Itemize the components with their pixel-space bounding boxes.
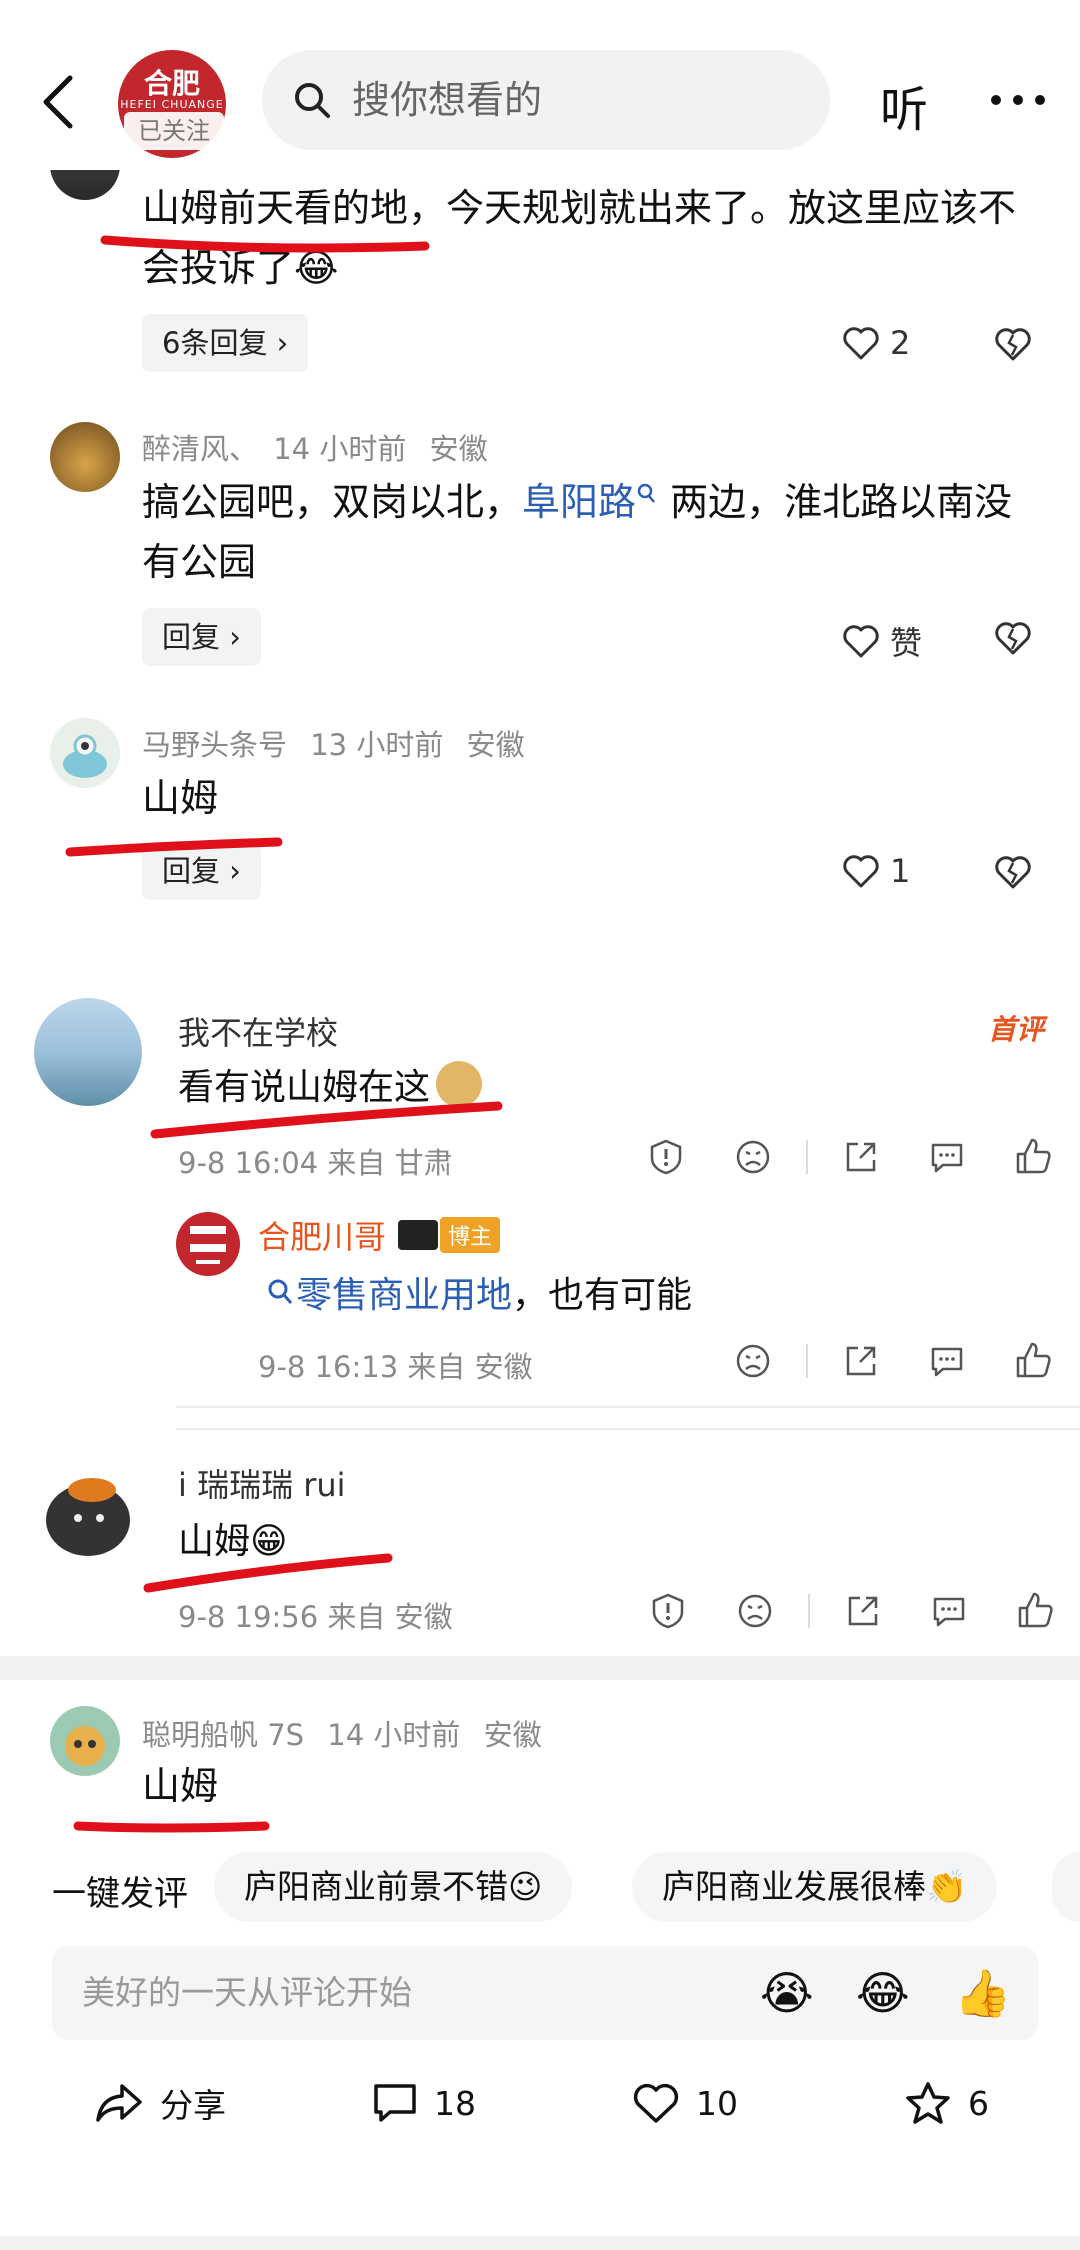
like-action[interactable]: 10 [632, 2068, 738, 2138]
followed-badge[interactable]: 已关注 [124, 112, 224, 150]
logo-text: 合肥 [143, 67, 200, 100]
comment-input-placeholder: 美好的一天从评论开始 [82, 1973, 412, 2012]
quick-reply-label: 一键发评 [52, 1874, 188, 1914]
listen-button[interactable]: 听 [880, 70, 928, 140]
logo-subtext: HEFEI CHUANGE [120, 98, 224, 111]
quick-reply-chip[interactable]: 庐阳商业前景不错😉 [214, 1852, 573, 1922]
red-underline-marks [65, 235, 503, 1833]
laugh-emoji-button[interactable]: 😂 [856, 1966, 910, 2020]
comments-action[interactable]: 18 [372, 2068, 476, 2138]
comment-input[interactable]: 美好的一天从评论开始 😭 😂 👍 [52, 1946, 1038, 2040]
share-arrow-icon [96, 2084, 142, 2122]
share-action[interactable]: 分享 [94, 2068, 226, 2138]
favorite-action[interactable]: 6 [904, 2068, 989, 2138]
quick-reply-chip[interactable]: 庐阳商业发展很棒👏 [632, 1852, 998, 1922]
likes-count: 10 [696, 2083, 738, 2123]
thumbs-emoji-button[interactable]: 👍 [954, 1966, 1011, 2021]
share-label: 分享 [160, 2086, 226, 2125]
search-icon [295, 83, 330, 118]
heart-icon [633, 2083, 679, 2123]
top-bar: 合肥 HEFEI CHUANGE 已关注 搜你想看的 听 [0, 0, 1080, 170]
comments-count: 18 [434, 2083, 476, 2123]
back-arrow-icon[interactable] [38, 72, 78, 132]
home-indicator [0, 2236, 1080, 2250]
comment-bubble-icon [374, 2084, 416, 2122]
favorites-count: 6 [968, 2083, 989, 2123]
search-box[interactable]: 搜你想看的 [262, 50, 830, 150]
cry-emoji-button[interactable]: 😭 [760, 1966, 814, 2020]
search-placeholder: 搜你想看的 [352, 78, 543, 122]
star-icon [906, 2082, 950, 2124]
more-icon[interactable] [990, 90, 1046, 110]
